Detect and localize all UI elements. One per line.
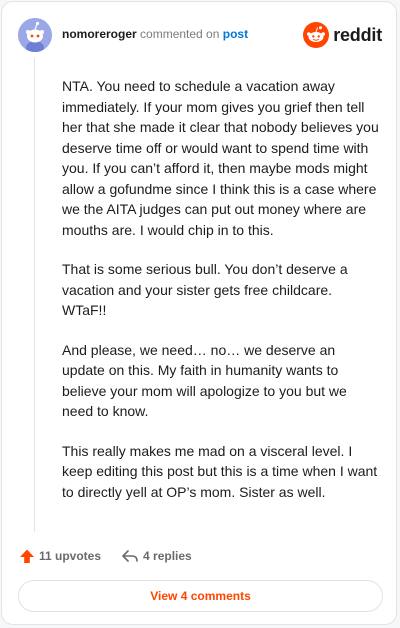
comment-paragraph: And please, we need… no… we deserve an u… [62,341,347,420]
post-link[interactable]: post [223,27,248,41]
replies-button[interactable]: 4 replies [121,548,192,564]
byline-action-text: commented on [140,27,220,41]
reddit-wordmark: reddit [333,24,382,45]
upvote-count: 11 upvotes [39,549,102,563]
comment-card: nomoreroger commented on post reddit NTA… [1,1,397,625]
comment-paragraph: This really makes me mad on a visceral l… [62,442,378,500]
reddit-logo-icon [303,22,330,48]
reply-count: 4 replies [143,549,192,563]
username-link[interactable]: nomoreroger [62,27,137,41]
comment-paragraph: That is some serious bull. You don’t des… [62,261,348,318]
comment-actions: 11 upvotes 4 replies [19,545,192,567]
reply-arrow-icon [122,550,138,562]
thread-line [34,58,35,532]
upvote-arrow-icon [20,549,34,563]
view-comments-button[interactable]: View 4 comments [18,580,383,612]
reddit-brand[interactable]: reddit [303,20,382,50]
snoo-avatar-icon[interactable] [18,18,52,52]
comment-body: NTA. You need to schedule a vacation awa… [62,76,380,521]
comment-byline: nomoreroger commented on post [62,27,248,41]
comment-header: nomoreroger commented on post reddit [18,18,382,52]
comment-paragraph: NTA. You need to schedule a vacation awa… [62,78,379,238]
upvote-button[interactable]: 11 upvotes [19,548,101,564]
